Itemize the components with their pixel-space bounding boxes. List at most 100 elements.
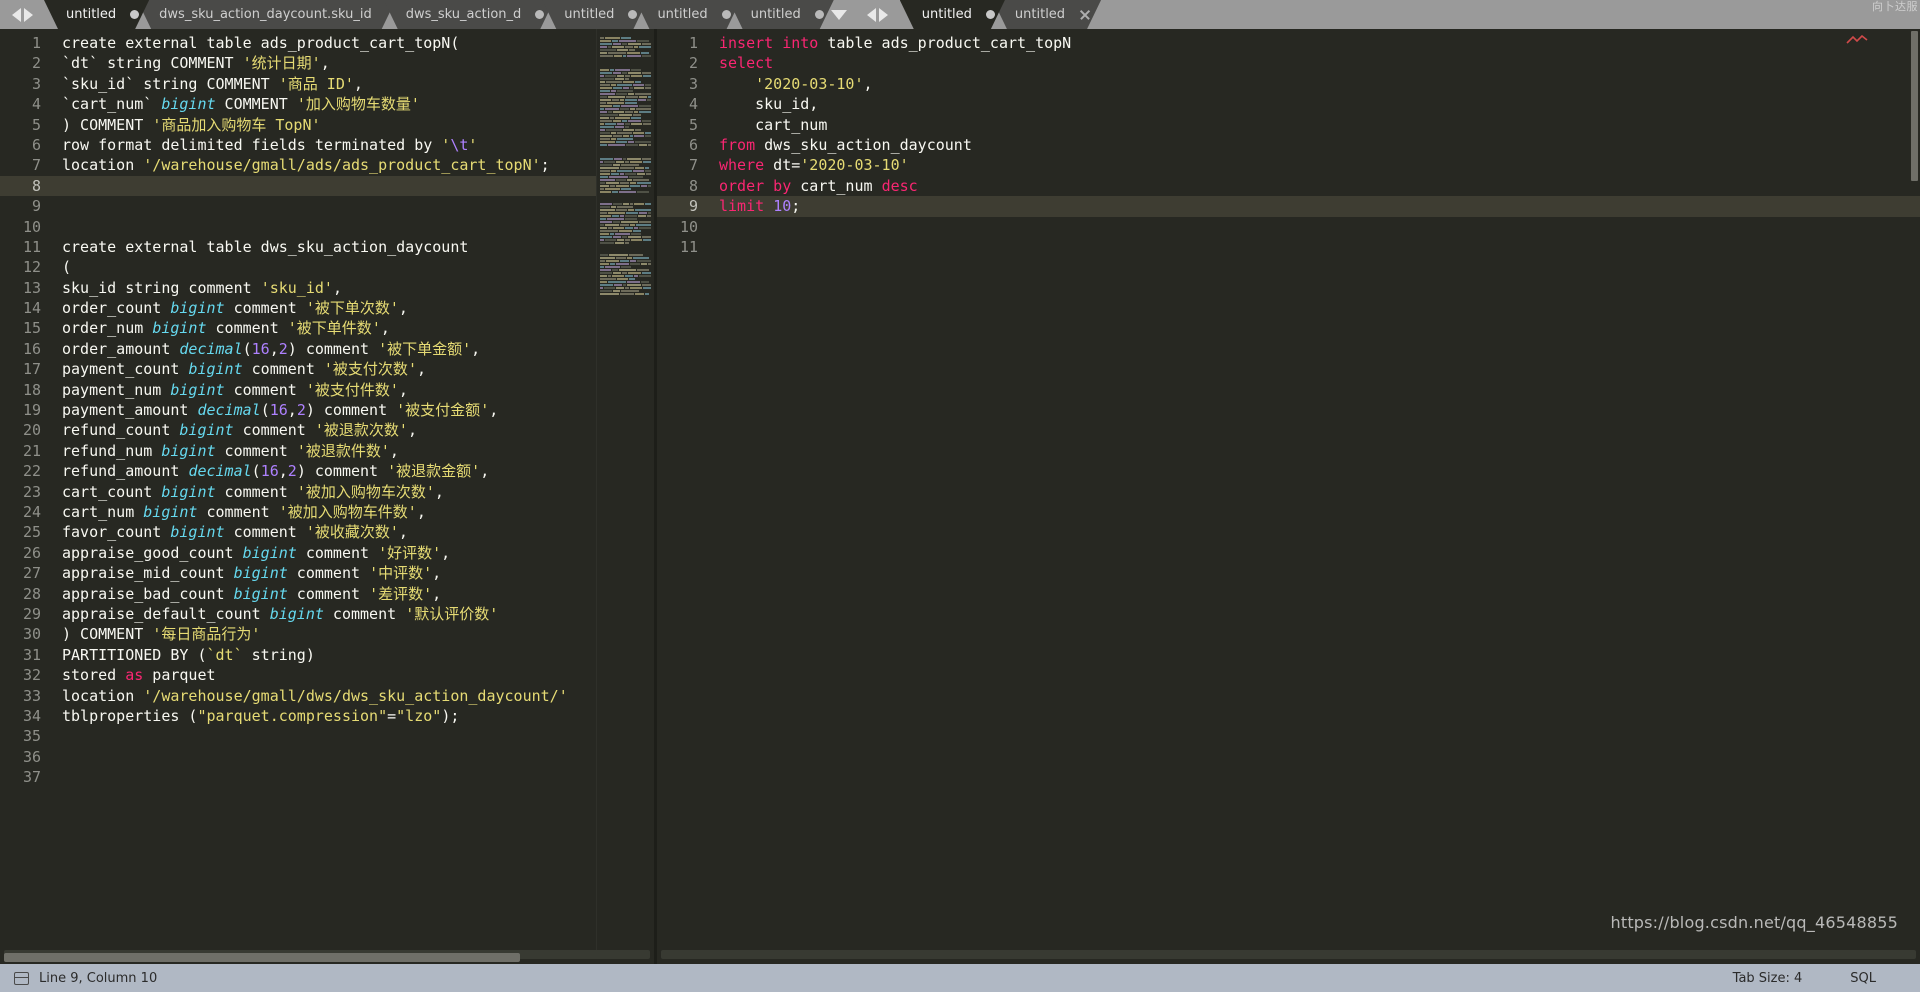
minimap-segment [615,69,630,71]
tab-1[interactable]: untitled [993,0,1101,29]
code-line[interactable]: sku_id, [709,94,1920,114]
code-line[interactable]: create external table dws_sku_action_day… [52,237,654,257]
code-line[interactable]: payment_count bigint comment '被支付次数', [52,359,654,379]
left-hscroll-thumb[interactable] [4,953,520,962]
tab-1[interactable]: dws_sku_action_daycount.sku_id [137,0,396,29]
tab-2[interactable]: dws_sku_action_d [384,0,555,29]
code-line[interactable]: order by cart_num desc [709,176,1920,196]
tab-nav-arrows-right[interactable] [856,0,900,29]
minimap-segment [600,272,612,274]
code-line[interactable]: sku_id string comment 'sku_id', [52,278,654,298]
code-line[interactable] [52,196,654,216]
arrow-right-icon[interactable] [23,7,33,22]
tab-active-0[interactable]: untitled [44,0,149,29]
left-code-area[interactable]: create external table ads_product_cart_t… [52,29,654,950]
code-line[interactable]: ) COMMENT '每日商品行为' [52,624,654,644]
left-minimap[interactable] [596,29,654,950]
tab-modified-dot-icon[interactable] [535,10,544,19]
code-line[interactable]: where dt='2020-03-10' [709,155,1920,175]
arrow-left-icon[interactable] [867,7,877,22]
code-line[interactable]: insert into table ads_product_cart_topN [709,33,1920,53]
code-line[interactable]: `cart_num` bigint COMMENT '加入购物车数量' [52,94,654,114]
close-icon[interactable] [1079,9,1091,21]
right-horizontal-scrollbar[interactable] [657,950,1920,964]
minimap-segment [620,182,630,184]
code-line[interactable]: payment_num bigint comment '被支付件数', [52,380,654,400]
minimap-segment [617,278,628,280]
code-line[interactable] [52,175,654,197]
code-line[interactable]: ( [52,257,654,277]
tab-size-indicator[interactable]: Tab Size: 4 [1733,971,1803,986]
minimap-segment [630,224,635,226]
minimap-segment [616,257,626,259]
code-line[interactable]: `sku_id` string COMMENT '商品 ID', [52,74,654,94]
tab-modified-dot-icon[interactable] [722,10,731,19]
left-editor-pane[interactable]: 1 2 3 4 5 6 7 8 9 10 11 12 13 14 15 16 17 18 19 20 21 22 23 24 2… [0,29,654,950]
code-line[interactable]: `dt` string COMMENT '统计日期', [52,53,654,73]
code-line[interactable]: refund_count bigint comment '被退款次数', [52,420,654,440]
tab-4[interactable]: untitled [635,0,740,29]
code-line[interactable]: location '/warehouse/gmall/dws/dws_sku_a… [52,686,654,706]
line-number: 10 [22,217,41,236]
cursor-position: Line 9, Column 10 [39,970,158,986]
code-line[interactable] [52,747,654,767]
right-scrollbar-thumb[interactable] [1911,31,1918,181]
code-line[interactable]: order_num bigint comment '被下单件数', [52,318,654,338]
right-scrollbar[interactable] [1910,29,1919,950]
tab-modified-dot-icon[interactable] [628,10,637,19]
tab-5[interactable]: untitled [729,0,834,29]
minimap-segment [644,84,651,86]
code-line[interactable]: cart_num bigint comment '被加入购物车件数', [52,502,654,522]
minimap-segment [600,93,616,95]
code-line[interactable]: appraise_mid_count bigint comment '中评数', [52,563,654,583]
code-token: , [398,380,408,399]
tab-3[interactable]: untitled [542,0,647,29]
code-line[interactable]: select [709,53,1920,73]
code-line[interactable]: location '/warehouse/gmall/ads/ads_produ… [52,155,654,175]
right-code-area[interactable]: insert into table ads_product_cart_topN s… [709,29,1920,950]
left-horizontal-scrollbar[interactable] [0,950,654,964]
tab-nav-arrows-left[interactable] [0,0,44,29]
code-line[interactable]: create external table ads_product_cart_t… [52,33,654,53]
code-line[interactable]: limit 10; [709,196,1920,217]
code-line[interactable]: appraise_default_count bigint comment '默… [52,604,654,624]
chevron-down-icon[interactable] [830,9,847,20]
code-line[interactable] [709,237,1920,257]
code-line[interactable]: order_count bigint comment '被下单次数', [52,298,654,318]
syntax-indicator[interactable]: SQL [1850,971,1876,986]
code-line[interactable]: PARTITIONED BY (`dt` string) [52,645,654,665]
code-line[interactable]: ) COMMENT '商品加入购物车 TopN' [52,115,654,135]
code-line[interactable] [709,217,1920,237]
code-line[interactable]: refund_amount decimal(16,2) comment '被退款… [52,461,654,481]
code-line[interactable]: from dws_sku_action_daycount [709,135,1920,155]
minimap-row [600,173,651,175]
code-line[interactable]: payment_amount decimal(16,2) comment '被支… [52,400,654,420]
arrow-left-icon[interactable] [11,7,21,22]
minimap-segment [619,173,625,175]
tab-modified-dot-icon[interactable] [986,10,995,19]
code-line[interactable]: refund_num bigint comment '被退款件数', [52,441,654,461]
minimap-row [600,269,651,271]
tab-modified-dot-icon[interactable] [815,10,824,19]
code-line[interactable]: order_amount decimal(16,2) comment '被下单金… [52,339,654,359]
minimap-segment [632,132,644,134]
tab-modified-dot-icon[interactable] [130,10,139,19]
right-editor-pane[interactable]: 1 2 3 4 5 6 7 8 9 10 11 insert into table ads_prod… [657,29,1920,950]
code-line[interactable]: tblproperties ("parquet.compression"="lz… [52,706,654,726]
code-line[interactable] [52,217,654,237]
code-line[interactable]: appraise_good_count bigint comment '好评数'… [52,543,654,563]
code-line[interactable]: appraise_bad_count bigint comment '差评数', [52,584,654,604]
tab-active-0[interactable]: untitled [900,0,1005,29]
code-line[interactable]: favor_count bigint comment '被收藏次数', [52,522,654,542]
right-hscroll-track[interactable] [661,950,1916,959]
minimap-segment [600,129,605,131]
code-line[interactable] [52,726,654,746]
code-line[interactable]: '2020-03-10', [709,74,1920,94]
code-line[interactable]: cart_num [709,115,1920,135]
code-line[interactable]: row format delimited fields terminated b… [52,135,654,155]
code-line[interactable] [52,767,654,787]
minimap-row [600,138,651,140]
code-line[interactable]: stored as parquet [52,665,654,685]
arrow-right-icon[interactable] [879,7,889,22]
code-line[interactable]: cart_count bigint comment '被加入购物车次数', [52,482,654,502]
